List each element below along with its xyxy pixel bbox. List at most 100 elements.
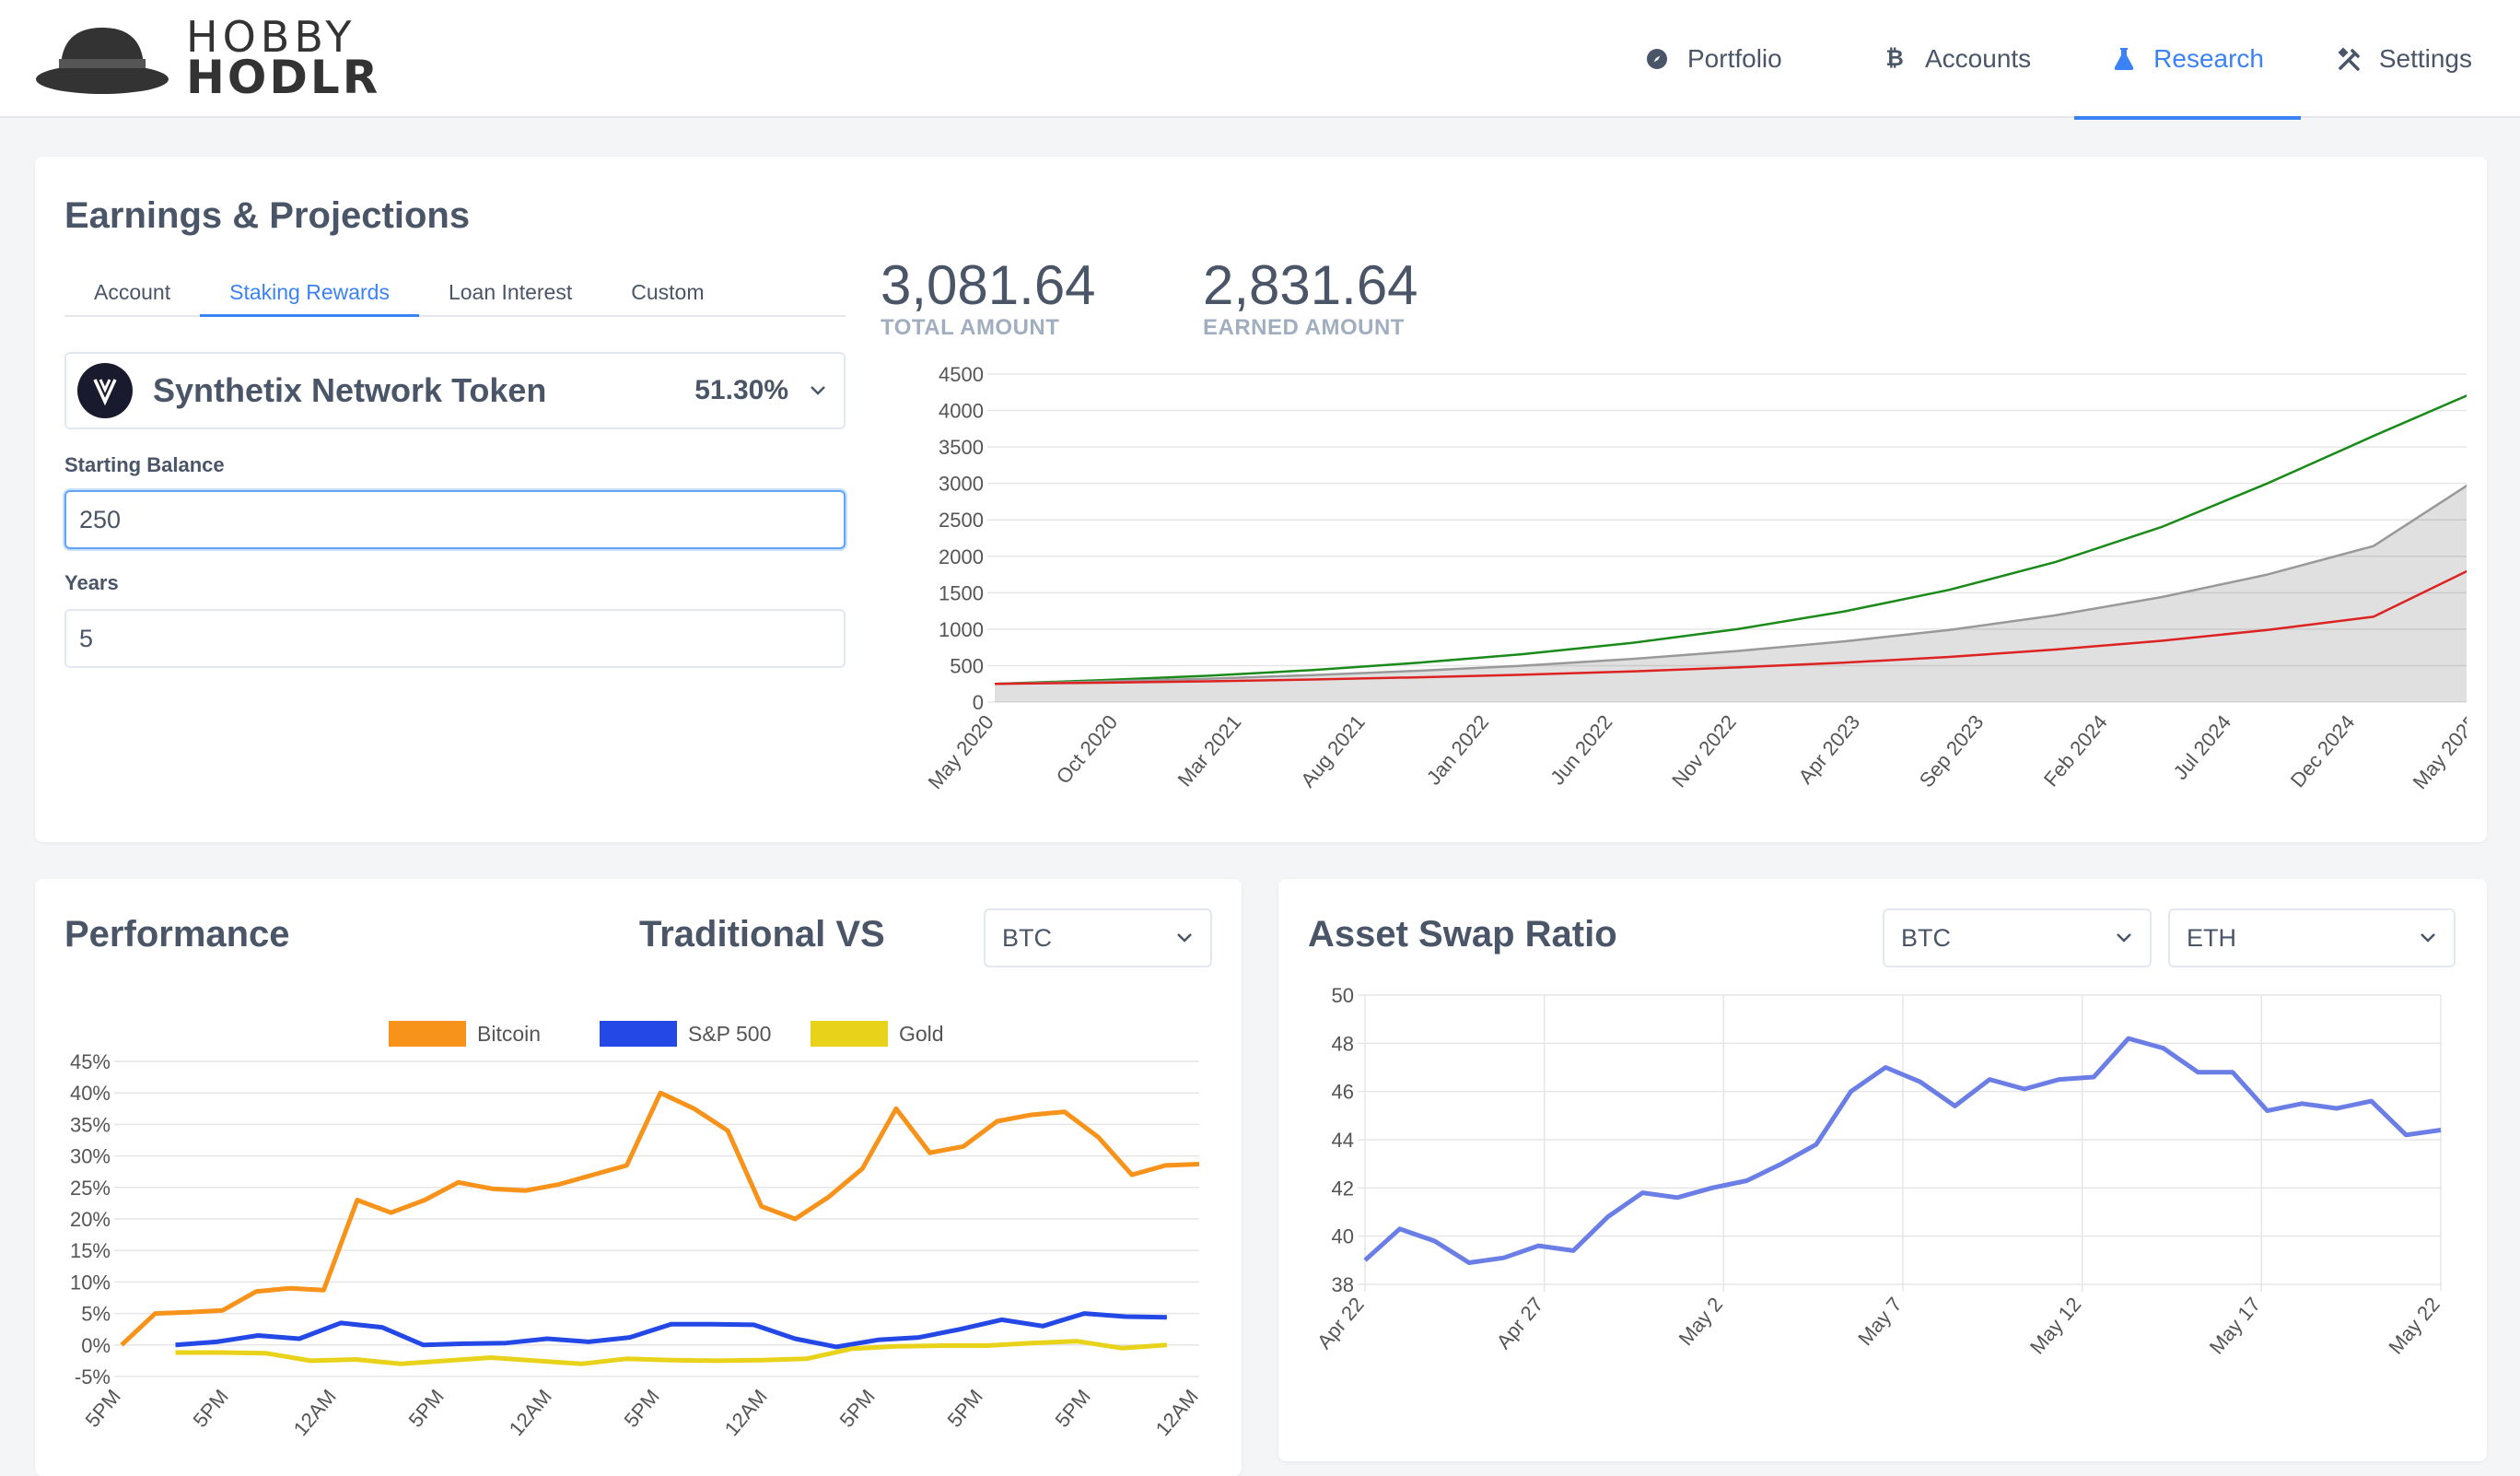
- x-tick-label: May 17: [2205, 1293, 2266, 1358]
- nav-research-label: Research: [2153, 44, 2264, 73]
- earnings-tabs: Account Staking Rewards Loan Interest Cu…: [64, 271, 846, 317]
- legend-label: Gold: [899, 1022, 944, 1046]
- total-amount-stat: 3,081.64 TOTAL AMOUNT: [881, 256, 1096, 341]
- x-tick-label: Nov 2022: [1667, 710, 1741, 791]
- earnings-card: Earnings & Projections Account Staking R…: [35, 157, 2487, 842]
- x-tick-label: 12AM: [289, 1385, 341, 1440]
- y-tick-label: 45%: [70, 1050, 111, 1073]
- nav-settings[interactable]: Settings: [2301, 0, 2509, 118]
- x-tick-label: Jun 2022: [1546, 710, 1616, 789]
- nav-settings-label: Settings: [2378, 44, 2472, 73]
- x-tick-label: 5PM: [835, 1385, 880, 1432]
- y-tick-label: 25%: [70, 1177, 111, 1200]
- performance-asset-select[interactable]: BTC: [984, 908, 1212, 967]
- brand-line2: HODLR: [186, 51, 381, 104]
- y-tick-label: 0: [973, 691, 984, 714]
- y-tick-label: 0%: [81, 1334, 111, 1357]
- x-tick-label: 5PM: [943, 1385, 987, 1432]
- earnings-title: Earnings & Projections: [64, 195, 471, 236]
- token-rate: 51.30%: [694, 375, 788, 405]
- x-tick-label: May 2020: [924, 710, 998, 793]
- nav-portfolio-label: Portfolio: [1687, 44, 1782, 73]
- legend-swatch: [811, 1021, 888, 1047]
- earned-amount-stat: 2,831.64 EARNED AMOUNT: [1203, 256, 1418, 341]
- chevron-down-icon: [811, 386, 825, 395]
- x-tick-label: Dec 2024: [2286, 710, 2360, 791]
- swap-to-select[interactable]: ETH: [2168, 908, 2456, 967]
- swap-from-select[interactable]: BTC: [1883, 908, 2152, 967]
- y-tick-label: 40: [1332, 1225, 1354, 1248]
- y-tick-label: 40%: [70, 1082, 111, 1105]
- x-tick-label: Apr 2023: [1794, 710, 1865, 788]
- y-tick-label: 15%: [70, 1239, 111, 1262]
- x-tick-label: Mar 2021: [1173, 710, 1246, 791]
- flask-icon: [2111, 45, 2137, 73]
- y-tick-label: 2500: [939, 509, 984, 532]
- performance-asset-value: BTC: [1002, 923, 1052, 952]
- years-input[interactable]: [64, 609, 846, 668]
- x-tick-label: 12AM: [720, 1385, 772, 1440]
- tab-staking-rewards[interactable]: Staking Rewards: [200, 271, 419, 317]
- x-tick-label: May 22: [2384, 1293, 2444, 1358]
- starting-balance-label: Starting Balance: [64, 453, 225, 476]
- nav-portfolio[interactable]: Portfolio: [1606, 0, 1844, 118]
- x-tick-label: 5PM: [189, 1385, 233, 1432]
- nav-accounts-label: Accounts: [1925, 44, 2032, 73]
- x-tick-label: Feb 2024: [2039, 710, 2112, 791]
- performance-title: Performance: [64, 914, 290, 955]
- x-tick-label: Apr 22: [1312, 1293, 1369, 1353]
- token-select[interactable]: Synthetix Network Token 51.30%: [64, 352, 846, 429]
- x-tick-label: Jan 2022: [1422, 710, 1493, 789]
- y-tick-label: 3000: [939, 473, 984, 496]
- x-tick-label: May 2025: [2409, 710, 2467, 793]
- tab-account[interactable]: Account: [64, 271, 200, 315]
- y-tick-label: 1000: [939, 618, 984, 641]
- tab-custom[interactable]: Custom: [601, 271, 733, 315]
- tools-icon: [2338, 45, 2362, 73]
- legend-label: Bitcoin: [477, 1022, 541, 1046]
- y-tick-label: 5%: [81, 1303, 111, 1326]
- x-tick-label: Jul 2024: [2169, 710, 2236, 784]
- x-tick-label: 5PM: [81, 1385, 125, 1432]
- y-tick-label: 2000: [939, 545, 984, 568]
- nav-research[interactable]: Research: [2074, 0, 2301, 120]
- y-tick-label: 1500: [939, 581, 984, 604]
- starting-balance-input[interactable]: [64, 490, 846, 549]
- y-tick-label: 3500: [939, 436, 984, 459]
- swap-to-value: ETH: [2187, 923, 2236, 952]
- brand-logo[interactable]: HOBBY HODLR: [33, 16, 378, 101]
- earned-amount-value: 2,831.64: [1203, 254, 1418, 316]
- y-tick-label: 20%: [70, 1208, 111, 1231]
- legend-swatch: [600, 1021, 677, 1047]
- x-tick-label: Apr 27: [1492, 1293, 1548, 1353]
- performance-subtitle: Traditional VS: [639, 914, 885, 955]
- y-tick-label: -5%: [75, 1365, 111, 1388]
- total-amount-value: 3,081.64: [881, 254, 1096, 316]
- y-tick-label: 30%: [70, 1145, 111, 1168]
- x-tick-label: 5PM: [404, 1385, 449, 1432]
- legend-label: S&P 500: [688, 1022, 771, 1046]
- y-tick-label: 48: [1332, 1032, 1354, 1055]
- earned-amount-label: EARNED AMOUNT: [1203, 315, 1405, 340]
- x-tick-label: May 12: [2025, 1293, 2086, 1358]
- x-tick-label: Aug 2021: [1296, 710, 1370, 791]
- x-tick-label: 5PM: [1051, 1385, 1095, 1432]
- x-tick-label: Sep 2023: [1915, 710, 1989, 791]
- synthetix-logo-icon: [77, 363, 133, 418]
- x-tick-label: May 7: [1853, 1293, 1907, 1350]
- x-tick-label: May 2: [1674, 1293, 1727, 1350]
- chevron-down-icon: [2117, 933, 2131, 943]
- y-tick-label: 46: [1332, 1081, 1354, 1104]
- chevron-down-icon: [1177, 933, 1192, 943]
- y-tick-label: 4000: [939, 400, 984, 423]
- x-tick-label: Oct 2020: [1052, 710, 1123, 788]
- legend-swatch: [389, 1021, 466, 1047]
- swap-title: Asset Swap Ratio: [1308, 914, 1617, 955]
- y-tick-label: 4500: [939, 363, 984, 386]
- token-name: Synthetix Network Token: [153, 371, 547, 409]
- brand-text: HOBBY HODLR: [186, 16, 381, 104]
- tab-loan-interest[interactable]: Loan Interest: [419, 271, 601, 315]
- performance-card: Performance Traditional VS BTC Bitcoin S&…: [35, 879, 1242, 1476]
- nav-accounts[interactable]: ₿ Accounts: [1844, 0, 2074, 118]
- y-tick-label: 10%: [70, 1271, 111, 1294]
